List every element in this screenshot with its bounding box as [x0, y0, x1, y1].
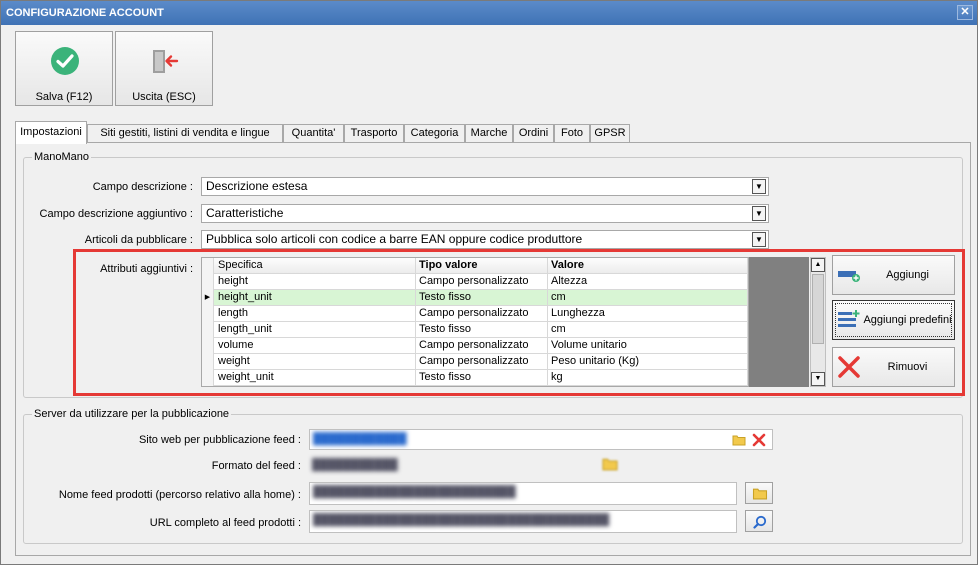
folder-icon — [602, 458, 618, 471]
clear-x-icon[interactable] — [752, 433, 766, 447]
chevron-down-icon[interactable]: ▼ — [752, 179, 766, 194]
manomano-group-title: ManoMano — [32, 151, 92, 163]
tab-marche[interactable]: Marche — [465, 124, 513, 143]
window-titlebar: CONFIGURAZIONE ACCOUNT ✕ — [1, 1, 977, 25]
articoli-select[interactable]: Pubblica solo articoli con codice a barr… — [201, 230, 769, 249]
tab-categoria[interactable]: Categoria — [404, 124, 465, 143]
sito-web-value: ████████████ — [313, 433, 407, 445]
save-button[interactable]: Salva (F12) — [15, 31, 113, 106]
server-group-title: Server da utilizzare per la pubblicazion… — [32, 408, 232, 420]
check-circle-icon — [51, 47, 79, 75]
formato-feed-folder-button[interactable] — [601, 457, 623, 475]
chevron-down-icon[interactable]: ▼ — [752, 206, 766, 221]
articoli-label: Articoli da pubblicare : — [84, 234, 193, 246]
formato-feed-label: Formato del feed : — [211, 460, 301, 472]
tab-impostazioni[interactable]: Impostazioni — [15, 121, 87, 144]
close-icon[interactable]: ✕ — [957, 5, 973, 20]
url-feed-field[interactable]: ██████████████████████████████████████ — [309, 510, 737, 533]
campo-aggiuntivo-value: Caratteristiche — [206, 206, 284, 220]
folder-icon — [752, 488, 768, 500]
sito-web-field[interactable]: ████████████ — [309, 429, 773, 450]
window-title: CONFIGURAZIONE ACCOUNT — [6, 7, 164, 19]
save-button-label: Salva (F12) — [35, 91, 93, 103]
tab-gpsr[interactable]: GPSR — [590, 124, 630, 143]
nome-feed-value: ██████████████████████████ — [313, 486, 516, 498]
sito-web-label: Sito web per pubblicazione feed : — [138, 434, 301, 446]
campo-descrizione-select[interactable]: Descrizione estesa ▼ — [201, 177, 769, 196]
tab-foto[interactable]: Foto — [554, 124, 590, 143]
campo-aggiuntivo-label: Campo descrizione aggiuntivo : — [39, 208, 193, 220]
account-config-window: CONFIGURAZIONE ACCOUNT ✕ Salva (F12) Usc… — [0, 0, 978, 565]
search-icon — [753, 515, 767, 529]
chevron-down-icon[interactable]: ▼ — [752, 232, 766, 247]
exit-door-icon — [153, 50, 179, 73]
nome-feed-label: Nome feed prodotti (percorso relativo al… — [58, 489, 301, 501]
tab-trasporto[interactable]: Trasporto — [344, 124, 404, 143]
campo-aggiuntivo-select[interactable]: Caratteristiche ▼ — [201, 204, 769, 223]
campo-descrizione-value: Descrizione estesa — [206, 179, 308, 193]
tab-ordini[interactable]: Ordini — [513, 124, 554, 143]
exit-button-label: Uscita (ESC) — [132, 91, 196, 103]
url-feed-value: ██████████████████████████████████████ — [313, 514, 610, 526]
formato-feed-value: ███████████ — [312, 459, 398, 471]
url-feed-search-button[interactable] — [745, 510, 773, 532]
campo-descrizione-label: Campo descrizione : — [92, 181, 193, 193]
nome-feed-browse-button[interactable] — [745, 482, 773, 504]
url-feed-label: URL completo al feed prodotti : — [149, 517, 301, 529]
articoli-value: Pubblica solo articoli con codice a barr… — [206, 232, 583, 246]
folder-icon[interactable] — [732, 434, 746, 446]
nome-feed-field[interactable]: ██████████████████████████ — [309, 482, 737, 505]
tab-siti-gestiti[interactable]: Siti gestiti, listini di vendita e lingu… — [87, 124, 283, 143]
exit-button[interactable]: Uscita (ESC) — [115, 31, 213, 106]
highlight-frame — [73, 249, 965, 396]
tab-quantita[interactable]: Quantita' — [283, 124, 344, 143]
